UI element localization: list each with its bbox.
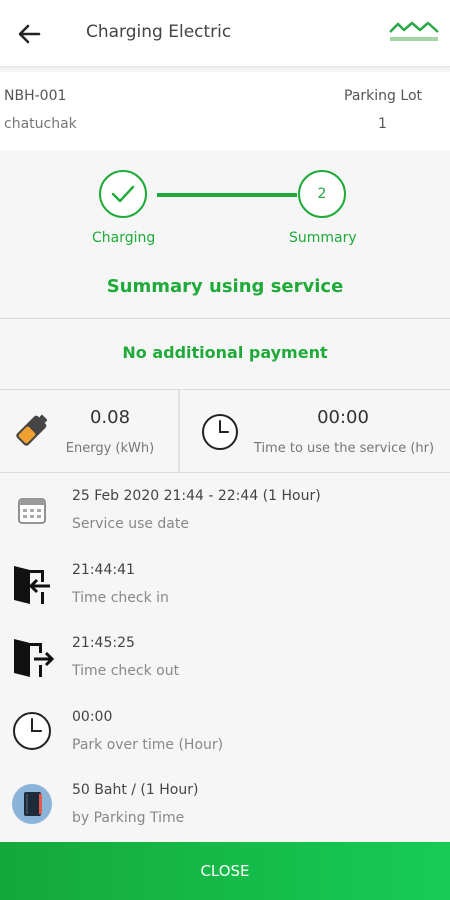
door-enter-icon [14, 566, 50, 604]
step-1-label: Charging [92, 230, 156, 246]
step-connector [157, 193, 297, 197]
detail-row-park-over-time: 00:00 Park over time (Hour) [0, 709, 450, 781]
station-id: NBH-001 [4, 88, 67, 104]
time-label: Time to use the service (hr) [253, 441, 435, 456]
payment-status: No additional payment [122, 343, 328, 362]
usage-stats: 0.08 Energy (kWh) 00:00 Time to use the … [0, 390, 450, 473]
check-icon [111, 185, 135, 203]
notebook-icon [12, 784, 52, 824]
detail-row-service-date: 25 Feb 2020 21:44 - 22:44 (1 Hour) Servi… [0, 488, 450, 560]
door-exit-icon [14, 639, 54, 677]
brand-logo-icon [389, 21, 439, 41]
clock-icon [13, 712, 51, 750]
check-in-label: Time check in [72, 590, 169, 606]
area-name: chatuchak [4, 116, 77, 132]
service-date-label: Service use date [72, 516, 189, 532]
energy-label: Energy (kWh) [65, 441, 155, 456]
detail-row-check-in: 21:44:41 Time check in [0, 562, 450, 634]
summary-title: Summary using service [106, 276, 344, 297]
check-out-value: 21:45:25 [72, 635, 135, 651]
battery-icon [16, 414, 48, 446]
stats-divider [178, 390, 180, 472]
payment-status-section: No additional payment [0, 319, 450, 390]
rate-label: by Parking Time [72, 810, 185, 826]
station-info-card: NBH-001 Parking Lot chatuchak 1 [0, 72, 450, 150]
park-over-time-value: 00:00 [72, 709, 113, 725]
back-arrow-icon[interactable] [14, 19, 44, 49]
check-out-label: Time check out [72, 663, 180, 679]
park-over-time-label: Park over time (Hour) [72, 737, 224, 753]
top-bar: Charging Electric [0, 0, 450, 67]
step-1-check [99, 170, 147, 218]
lot-number: 1 [378, 116, 387, 132]
detail-row-check-out: 21:45:25 Time check out [0, 635, 450, 707]
close-button[interactable]: CLOSE [0, 842, 450, 900]
check-in-value: 21:44:41 [72, 562, 135, 578]
rate-value: 50 Baht / (1 Hour) [72, 782, 199, 798]
step-2-circle: 2 [298, 170, 346, 218]
location-label: Parking Lot [344, 88, 422, 104]
calendar-icon [18, 498, 46, 524]
page-title: Charging Electric [86, 22, 232, 42]
service-date-value: 25 Feb 2020 21:44 - 22:44 (1 Hour) [72, 488, 321, 504]
clock-icon [202, 414, 238, 450]
energy-value: 0.08 [89, 407, 131, 428]
step-2-label: Summary [289, 230, 357, 246]
time-value: 00:00 [317, 407, 369, 428]
